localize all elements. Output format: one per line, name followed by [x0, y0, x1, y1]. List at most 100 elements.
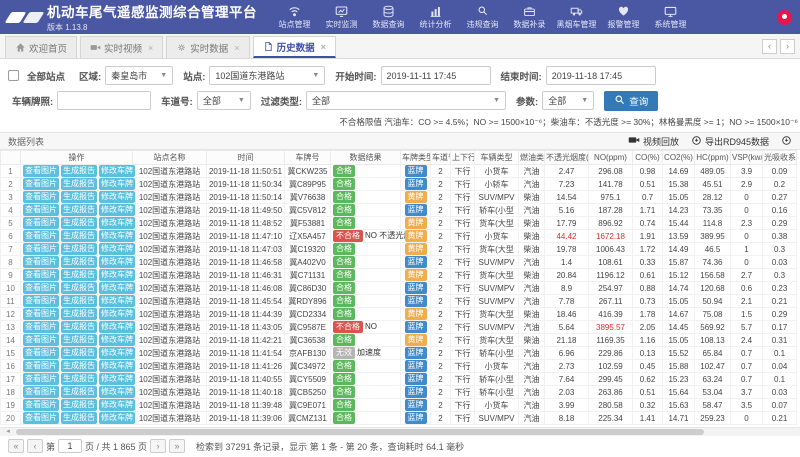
all-sites-checkbox[interactable]	[8, 70, 19, 81]
tab-历史数据[interactable]: 历史数据×	[253, 36, 336, 58]
action-button-修改车牌[interactable]: 修改车牌	[99, 282, 135, 294]
tab-欢迎首页[interactable]: 欢迎首页	[5, 36, 77, 58]
horizontal-scrollbar[interactable]: ◂	[0, 427, 800, 436]
action-button-生成报告[interactable]: 生成报告	[61, 295, 97, 307]
nav-item-实时监测[interactable]: 实时监测	[318, 5, 365, 29]
action-button-修改车牌[interactable]: 修改车牌	[99, 373, 135, 385]
action-button-修改车牌[interactable]: 修改车牌	[99, 230, 135, 242]
nav-item-统计分析[interactable]: 统计分析	[412, 5, 459, 29]
action-button-生成报告[interactable]: 生成报告	[61, 282, 97, 294]
search-button[interactable]: 查询	[604, 91, 658, 111]
action-button-生成报告[interactable]: 生成报告	[61, 373, 97, 385]
action-button-查看图片[interactable]: 查看图片	[23, 282, 59, 294]
scrollbar-left-arrow-icon[interactable]: ◂	[2, 428, 14, 436]
nav-item-系统管理[interactable]: 系统管理	[647, 5, 694, 29]
action-button-查看图片[interactable]: 查看图片	[23, 230, 59, 242]
action-button-查看图片[interactable]: 查看图片	[23, 204, 59, 216]
video-playback-button[interactable]: 视频回放	[628, 134, 679, 148]
end-time-input[interactable]: 2019-11-18 17:45	[546, 66, 656, 85]
action-button-生成报告[interactable]: 生成报告	[61, 178, 97, 190]
nav-item-黑烟车管理[interactable]: 黑烟车管理	[553, 5, 600, 29]
action-button-修改车牌[interactable]: 修改车牌	[99, 412, 135, 424]
action-button-查看图片[interactable]: 查看图片	[23, 178, 59, 190]
action-button-查看图片[interactable]: 查看图片	[23, 399, 59, 411]
action-button-查看图片[interactable]: 查看图片	[23, 360, 59, 372]
action-button-生成报告[interactable]: 生成报告	[61, 386, 97, 398]
action-button-查看图片[interactable]: 查看图片	[23, 347, 59, 359]
tab-scroll-right-icon[interactable]: ›	[780, 39, 795, 54]
action-button-查看图片[interactable]: 查看图片	[23, 217, 59, 229]
action-button-查看图片[interactable]: 查看图片	[23, 373, 59, 385]
action-button-查看图片[interactable]: 查看图片	[23, 165, 59, 177]
filter-type-select[interactable]: 全部 ▼	[306, 91, 506, 110]
action-button-修改车牌[interactable]: 修改车牌	[99, 308, 135, 320]
more-tools-icon[interactable]	[781, 135, 792, 148]
tab-close-icon[interactable]: ×	[321, 42, 326, 52]
action-button-修改车牌[interactable]: 修改车牌	[99, 399, 135, 411]
action-button-生成报告[interactable]: 生成报告	[61, 230, 97, 242]
tab-close-icon[interactable]: ×	[234, 43, 239, 53]
nav-item-数据查询[interactable]: 数据查询	[365, 5, 412, 29]
action-button-生成报告[interactable]: 生成报告	[61, 347, 97, 359]
action-button-修改车牌[interactable]: 修改车牌	[99, 386, 135, 398]
action-button-修改车牌[interactable]: 修改车牌	[99, 217, 135, 229]
action-button-修改车牌[interactable]: 修改车牌	[99, 256, 135, 268]
tab-实时数据[interactable]: 实时数据×	[166, 36, 249, 58]
page-number-input[interactable]	[58, 439, 82, 453]
plate-input[interactable]	[57, 91, 151, 110]
next-page-button[interactable]: ›	[150, 439, 166, 453]
region-select[interactable]: 秦皇岛市 ▼	[105, 66, 173, 85]
action-button-查看图片[interactable]: 查看图片	[23, 321, 59, 333]
action-button-查看图片[interactable]: 查看图片	[23, 334, 59, 346]
action-button-生成报告[interactable]: 生成报告	[61, 269, 97, 281]
tab-scroll-left-icon[interactable]: ‹	[762, 39, 777, 54]
action-button-修改车牌[interactable]: 修改车牌	[99, 295, 135, 307]
action-button-修改车牌[interactable]: 修改车牌	[99, 243, 135, 255]
action-button-生成报告[interactable]: 生成报告	[61, 204, 97, 216]
action-button-修改车牌[interactable]: 修改车牌	[99, 334, 135, 346]
action-button-查看图片[interactable]: 查看图片	[23, 308, 59, 320]
action-button-修改车牌[interactable]: 修改车牌	[99, 191, 135, 203]
action-button-生成报告[interactable]: 生成报告	[61, 412, 97, 424]
location-pin-icon[interactable]	[777, 10, 792, 25]
action-button-生成报告[interactable]: 生成报告	[61, 243, 97, 255]
station-select[interactable]: 102国道东港路站 ▼	[209, 66, 325, 85]
first-page-button[interactable]: «	[8, 439, 24, 453]
action-button-生成报告[interactable]: 生成报告	[61, 399, 97, 411]
nav-item-报警管理[interactable]: 报警管理	[600, 5, 647, 29]
export-data-button[interactable]: 导出RD945数据	[691, 135, 769, 148]
nav-item-站点管理[interactable]: 站点管理	[271, 5, 318, 29]
tab-close-icon[interactable]: ×	[148, 43, 153, 53]
action-button-生成报告[interactable]: 生成报告	[61, 165, 97, 177]
action-button-生成报告[interactable]: 生成报告	[61, 334, 97, 346]
action-button-生成报告[interactable]: 生成报告	[61, 360, 97, 372]
last-page-button[interactable]: »	[169, 439, 185, 453]
action-button-修改车牌[interactable]: 修改车牌	[99, 165, 135, 177]
action-button-查看图片[interactable]: 查看图片	[23, 386, 59, 398]
nav-item-违规查询[interactable]: 违规查询	[459, 5, 506, 29]
lane-select[interactable]: 全部 ▼	[197, 91, 251, 110]
nav-item-数据补录[interactable]: 数据补录	[506, 5, 553, 29]
param-select[interactable]: 全部 ▼	[542, 91, 594, 110]
action-button-修改车牌[interactable]: 修改车牌	[99, 269, 135, 281]
action-button-修改车牌[interactable]: 修改车牌	[99, 360, 135, 372]
action-button-生成报告[interactable]: 生成报告	[61, 256, 97, 268]
tab-实时视频[interactable]: 实时视频×	[80, 36, 163, 58]
action-button-查看图片[interactable]: 查看图片	[23, 412, 59, 424]
action-button-生成报告[interactable]: 生成报告	[61, 217, 97, 229]
action-button-生成报告[interactable]: 生成报告	[61, 308, 97, 320]
action-button-查看图片[interactable]: 查看图片	[23, 295, 59, 307]
action-button-生成报告[interactable]: 生成报告	[61, 321, 97, 333]
action-button-查看图片[interactable]: 查看图片	[23, 256, 59, 268]
action-button-查看图片[interactable]: 查看图片	[23, 191, 59, 203]
action-button-修改车牌[interactable]: 修改车牌	[99, 347, 135, 359]
action-button-查看图片[interactable]: 查看图片	[23, 269, 59, 281]
prev-page-button[interactable]: ‹	[27, 439, 43, 453]
action-button-修改车牌[interactable]: 修改车牌	[99, 321, 135, 333]
action-button-查看图片[interactable]: 查看图片	[23, 243, 59, 255]
action-button-生成报告[interactable]: 生成报告	[61, 191, 97, 203]
action-button-修改车牌[interactable]: 修改车牌	[99, 178, 135, 190]
start-time-input[interactable]: 2019-11-11 17:45	[381, 66, 491, 85]
scrollbar-thumb[interactable]	[16, 429, 704, 435]
action-button-修改车牌[interactable]: 修改车牌	[99, 204, 135, 216]
